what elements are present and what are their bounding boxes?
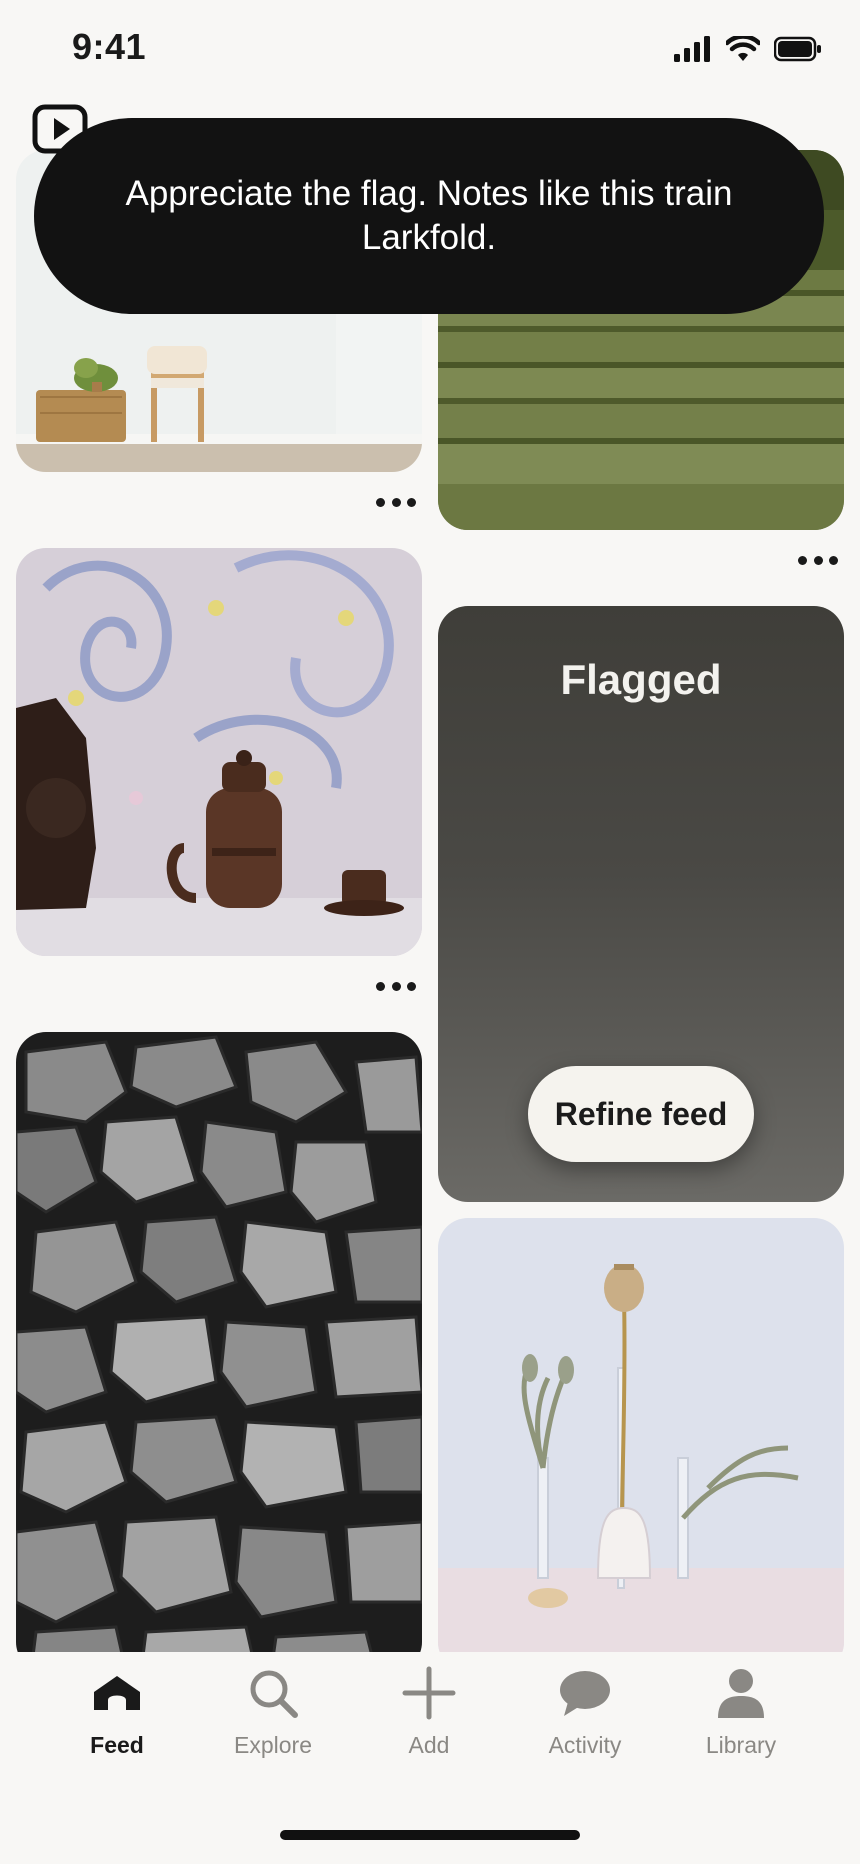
tab-library[interactable]: Library <box>666 1666 816 1786</box>
tab-label: Activity <box>548 1732 622 1758</box>
home-indicator[interactable] <box>280 1830 580 1840</box>
pin-image <box>16 548 422 956</box>
pin-feed: Flagged Refine feed Appreciate the flag.… <box>0 0 860 1652</box>
pin-stone-wall[interactable] <box>16 1032 422 1652</box>
tab-feed[interactable]: Feed <box>42 1666 192 1786</box>
toast-message: Appreciate the flag. Notes like this tra… <box>125 174 733 257</box>
plus-icon <box>402 1666 456 1720</box>
chat-bubble-icon <box>560 1671 610 1716</box>
flagged-pin-card: Flagged Refine feed <box>438 606 844 1202</box>
pin-dried-flowers[interactable] <box>438 1218 844 1652</box>
more-options-button[interactable] <box>376 976 416 996</box>
pin-image <box>438 1218 844 1652</box>
pin-ceramics[interactable] <box>16 548 422 956</box>
profile-icon <box>718 1669 764 1718</box>
more-options-button[interactable] <box>798 550 838 570</box>
tab-activity[interactable]: Activity <box>510 1666 660 1786</box>
flagged-title: Flagged <box>560 656 722 703</box>
tab-label: Feed <box>90 1732 144 1758</box>
refine-feed-button[interactable]: Refine feed <box>528 1066 754 1162</box>
more-options-button[interactable] <box>376 492 416 512</box>
feedback-toast: Appreciate the flag. Notes like this tra… <box>34 118 824 314</box>
tab-label: Library <box>705 1732 777 1758</box>
tab-label: Explore <box>234 1732 312 1758</box>
tab-label: Add <box>408 1732 450 1758</box>
tab-explore[interactable]: Explore <box>198 1666 348 1786</box>
home-icon <box>94 1676 140 1710</box>
pin-image <box>16 1032 422 1652</box>
tab-add[interactable]: Add <box>354 1666 504 1786</box>
search-icon <box>250 1670 298 1718</box>
